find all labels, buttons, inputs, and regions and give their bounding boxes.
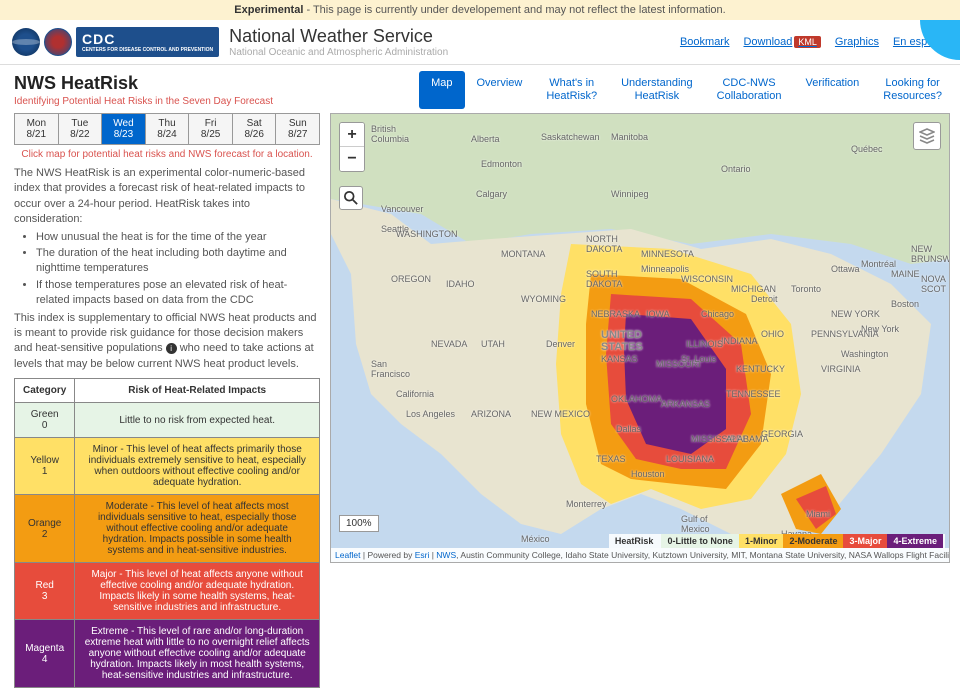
search-icon (344, 191, 358, 205)
legend-item: 4-Extreme (887, 534, 943, 548)
main: NWS HeatRisk Identifying Potential Heat … (0, 65, 960, 698)
nav-tabs: MapOverviewWhat's inHeatRisk?Understandi… (330, 71, 954, 109)
nav-tab[interactable]: CDC-NWSCollaboration (705, 71, 794, 109)
day-tab-8-23[interactable]: Wed8/23 (102, 114, 146, 144)
day-tab-8-24[interactable]: Thu8/24 (146, 114, 190, 144)
legend-item: 2-Moderate (783, 534, 843, 548)
map-search-button[interactable] (339, 186, 363, 210)
risk-row: Green0Little to no risk from expected he… (15, 403, 320, 438)
leaflet-link[interactable]: Leaflet (335, 550, 361, 560)
nav-tab[interactable]: Verification (793, 71, 871, 109)
agency-subtitle: National Oceanic and Atmospheric Adminis… (229, 47, 448, 58)
header: CDCCENTERS FOR DISEASE CONTROL AND PREVE… (0, 20, 960, 65)
risk-row: Red3Major - This level of heat affects a… (15, 563, 320, 620)
nav-tab[interactable]: What's inHeatRisk? (534, 71, 609, 109)
left-panel: NWS HeatRisk Identifying Potential Heat … (0, 65, 330, 698)
risk-category: Red3 (15, 563, 75, 620)
day-tab-8-22[interactable]: Tue8/22 (59, 114, 103, 144)
desc-bullet: How unusual the heat is for the time of … (36, 230, 320, 245)
risk-description: Extreme - This level of rare and/or long… (75, 620, 320, 688)
esri-link[interactable]: Esri (415, 550, 430, 560)
legend-item: 3-Major (843, 534, 887, 548)
experimental-banner: Experimental - This page is currently un… (0, 0, 960, 20)
banner-label: Experimental (234, 4, 303, 16)
nws-logo-icon[interactable] (44, 28, 72, 56)
nws-link[interactable]: NWS (436, 550, 456, 560)
scale-indicator: 100% (339, 515, 379, 532)
zoom-in-button[interactable]: + (340, 123, 364, 147)
heatrisk-overlay (331, 114, 950, 563)
bookmark-link[interactable]: Bookmark (680, 36, 730, 48)
legend-item: 0-Little to None (661, 534, 739, 548)
zoom-out-button[interactable]: − (340, 147, 364, 171)
day-tab-8-25[interactable]: Fri8/25 (189, 114, 233, 144)
right-panel: MapOverviewWhat's inHeatRisk?Understandi… (330, 65, 960, 698)
risk-table: Category Risk of Heat-Related Impacts Gr… (14, 378, 320, 688)
risk-category: Green0 (15, 403, 75, 438)
page-subtitle: Identifying Potential Heat Risks in the … (14, 96, 320, 107)
nav-tab[interactable]: Overview (465, 71, 535, 109)
map-legend: HeatRisk 0-Little to None1-Minor2-Modera… (609, 534, 945, 548)
day-tabs: Mon8/21Tue8/22Wed8/23Thu8/24Fri8/25Sat8/… (14, 113, 320, 145)
download-link[interactable]: DownloadKML (743, 36, 820, 48)
info-icon[interactable]: i (166, 343, 177, 354)
page-title: NWS HeatRisk (14, 73, 320, 94)
map-container[interactable]: BritishColumbiaAlbertaSaskatchewanManito… (330, 113, 950, 563)
logo-group: CDCCENTERS FOR DISEASE CONTROL AND PREVE… (12, 27, 219, 57)
legend-title: HeatRisk (611, 536, 658, 546)
risk-th-category: Category (15, 379, 75, 403)
nav-tab[interactable]: UnderstandingHeatRisk (609, 71, 705, 109)
day-tab-8-26[interactable]: Sat8/26 (233, 114, 277, 144)
noaa-logo-icon[interactable] (12, 28, 40, 56)
zoom-control: + − (339, 122, 365, 172)
usa-gov-badge-icon (920, 20, 960, 60)
nav-tab[interactable]: Map (419, 71, 464, 109)
top-links: Bookmark DownloadKML Graphics En español (680, 36, 948, 48)
agency-title: National Weather Service (229, 26, 448, 47)
desc-bullet: The duration of the heat including both … (36, 246, 320, 277)
risk-description: Major - This level of heat affects anyon… (75, 563, 320, 620)
banner-text: - This page is currently under developem… (303, 4, 725, 16)
risk-description: Moderate - This level of heat affects mo… (75, 495, 320, 563)
desc-p1: The NWS HeatRisk is an experimental colo… (14, 167, 305, 225)
day-tab-8-27[interactable]: Sun8/27 (276, 114, 319, 144)
map-attribution: Leaflet | Powered by Esri | NWS, Austin … (331, 548, 949, 562)
risk-row: Yellow1Minor - This level of heat affect… (15, 438, 320, 495)
nav-tab[interactable]: Looking forResources? (871, 71, 954, 109)
day-tab-8-21[interactable]: Mon8/21 (15, 114, 59, 144)
risk-description: Little to no risk from expected heat. (75, 403, 320, 438)
kml-badge: KML (794, 36, 821, 48)
cdc-logo[interactable]: CDCCENTERS FOR DISEASE CONTROL AND PREVE… (76, 27, 219, 57)
risk-category: Yellow1 (15, 438, 75, 495)
risk-row: Magenta4Extreme - This level of rare and… (15, 620, 320, 688)
risk-category: Orange2 (15, 495, 75, 563)
layers-icon (919, 128, 935, 144)
legend-item: 1-Minor (739, 534, 784, 548)
risk-row: Orange2Moderate - This level of heat aff… (15, 495, 320, 563)
click-map-hint: Click map for potential heat risks and N… (14, 149, 320, 160)
risk-description: Minor - This level of heat affects prima… (75, 438, 320, 495)
risk-th-impacts: Risk of Heat-Related Impacts (75, 379, 320, 403)
risk-category: Magenta4 (15, 620, 75, 688)
layers-button[interactable] (913, 122, 941, 150)
desc-bullet: If those temperatures pose an elevated r… (36, 278, 320, 309)
header-title-block: National Weather Service National Oceani… (229, 26, 448, 58)
description: The NWS HeatRisk is an experimental colo… (14, 166, 320, 372)
graphics-link[interactable]: Graphics (835, 36, 879, 48)
